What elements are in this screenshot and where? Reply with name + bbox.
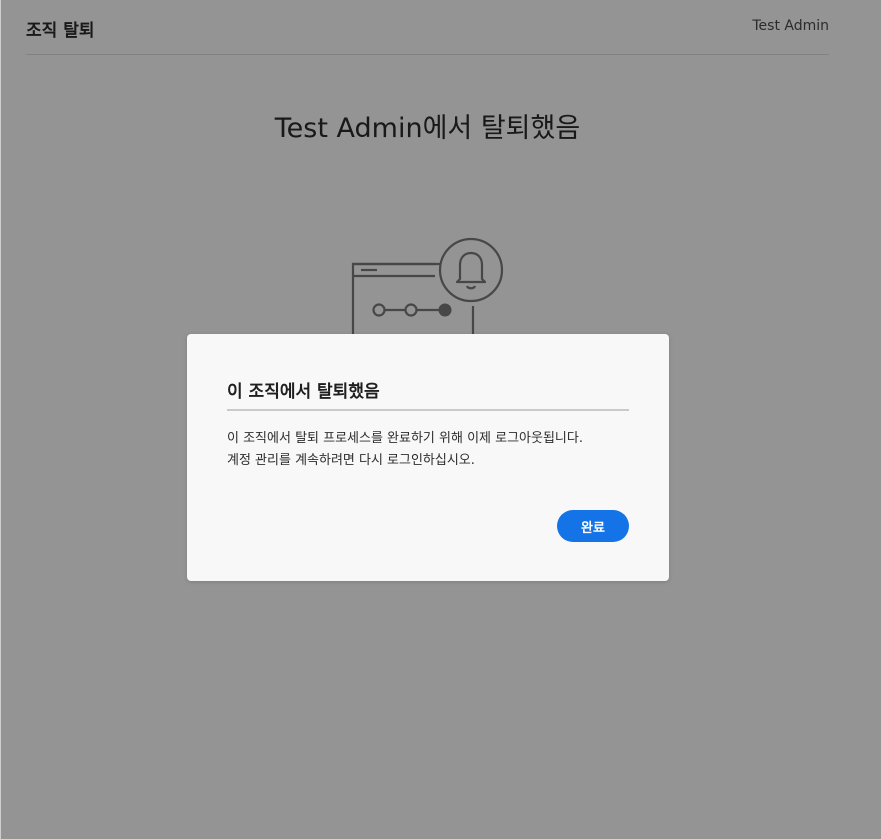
done-button[interactable]: 완료 <box>557 510 629 542</box>
dialog-body: 이 조직에서 탈퇴 프로세스를 완료하기 위해 이제 로그아웃됩니다. 계정 관… <box>227 428 639 472</box>
dialog-title: 이 조직에서 탈퇴했음 <box>227 382 380 402</box>
page: 조직 탈퇴 Test Admin Test Admin에서 탈퇴했음 이 조직에… <box>0 0 881 839</box>
dialog-divider <box>227 409 629 411</box>
dialog-body-line: 계정 관리를 계속하려면 다시 로그인하십시오. <box>227 453 475 468</box>
dialog-body-line: 이 조직에서 탈퇴 프로세스를 완료하기 위해 이제 로그아웃됩니다. <box>227 431 583 446</box>
leave-org-dialog: 이 조직에서 탈퇴했음 이 조직에서 탈퇴 프로세스를 완료하기 위해 이제 로… <box>187 334 669 581</box>
